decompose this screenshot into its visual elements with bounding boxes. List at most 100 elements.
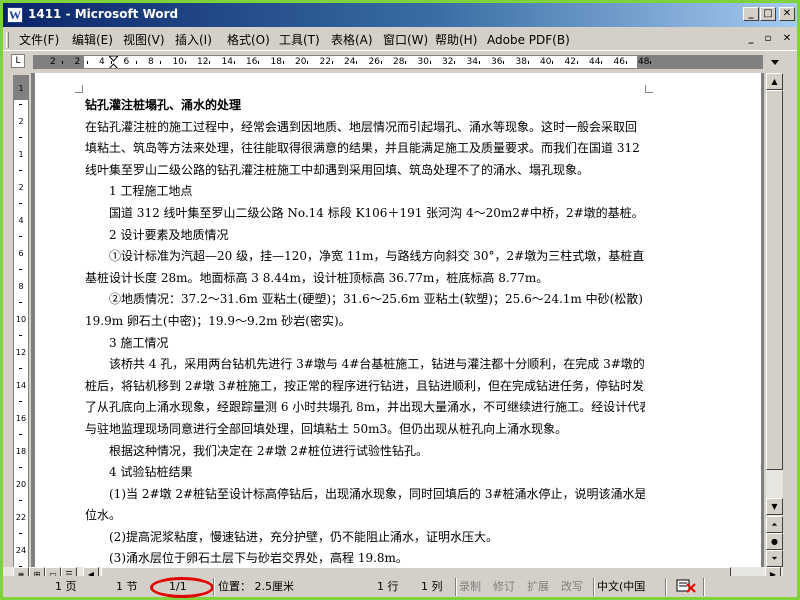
- vertical-ruler-number: 10: [15, 315, 27, 324]
- vertical-ruler-number: 2: [18, 183, 24, 192]
- ruler-number: 12: [197, 57, 209, 67]
- vertical-ruler-tick: [19, 368, 22, 369]
- vertical-ruler-number: 8: [18, 282, 24, 291]
- document-line: 了从孔底向上涌水现象，经跟踪量测 6 小时共塌孔 8m，并出现大量涌水，不可继续…: [85, 400, 645, 415]
- vertical-ruler-number: 20: [15, 480, 27, 489]
- ruler-number: 18: [270, 57, 282, 67]
- status-ext[interactable]: 扩展: [527, 578, 549, 596]
- vertical-ruler-number: 6: [18, 249, 24, 258]
- document-page[interactable]: 钻孔灌注桩塌孔、涌水的处理 在钻孔灌注桩的施工过程中，经常会遇到因地质、地层情况…: [35, 73, 761, 567]
- ruler-tick: [527, 61, 529, 64]
- ruler-number: 26: [368, 57, 380, 67]
- document-line: 线叶集至罗山二级公路的钻孔灌注桩施工中却遇到采用回填、筑岛处理不了的涌水、塌孔现…: [85, 162, 590, 177]
- ruler-tick: [160, 61, 161, 64]
- vertical-scrollbar[interactable]: ▲ ▼ ⏶ ● ⏷: [766, 73, 783, 567]
- menu-table[interactable]: 表格(A): [331, 32, 373, 48]
- scroll-thumb[interactable]: [766, 90, 783, 470]
- status-trk[interactable]: 修订: [493, 578, 515, 596]
- status-separator: [213, 578, 215, 596]
- ruler-tick: [209, 61, 210, 64]
- ruler-tick: [356, 61, 357, 64]
- ruler-number: 42: [564, 57, 576, 67]
- document-line: 基桩设计长度 28m。地面标高 3 8.44m，设计桩顶标高 36.77m，桩底…: [85, 270, 549, 285]
- doc-restore-button[interactable]: ▫: [760, 32, 776, 46]
- title-bar[interactable]: W 1411 - Microsoft Word _ □ ✕: [3, 3, 797, 27]
- ruler-tick: [405, 61, 406, 64]
- ruler-number: 2: [74, 57, 81, 67]
- vertical-ruler-tick: [19, 203, 22, 204]
- status-language[interactable]: 中文(中国: [597, 578, 645, 596]
- scroll-down-icon[interactable]: ▼: [766, 498, 783, 515]
- menu-edit[interactable]: 编辑(E): [72, 32, 113, 48]
- menu-tools[interactable]: 工具(T): [279, 32, 320, 48]
- document-line: (3)涌水层位于卵石土层下与砂岩交界处，高程 19.8m。: [109, 551, 408, 566]
- document-line: 填粘土、筑岛等方法来处理，往往能取得很满意的结果，并且能满足施工及质量要求。而我…: [85, 141, 640, 156]
- prev-page-icon[interactable]: ⏶: [766, 516, 783, 533]
- next-page-icon[interactable]: ⏷: [766, 550, 783, 567]
- status-ovr[interactable]: 改写: [561, 578, 583, 596]
- vertical-ruler[interactable]: 1 2 1 2 4 6 8 10 12 14 16 18 20 22 24: [13, 75, 29, 575]
- ruler-tick: [184, 61, 186, 64]
- word-window: W 1411 - Microsoft Word _ □ ✕ 文件(F) 编辑(E…: [3, 3, 797, 598]
- vertical-ruler-number: 1: [18, 150, 24, 159]
- spelling-check-icon[interactable]: [675, 578, 697, 596]
- minimize-button[interactable]: _: [743, 7, 759, 21]
- document-body[interactable]: 钻孔灌注桩塌孔、涌水的处理 在钻孔灌注桩的施工过程中，经常会遇到因地质、地层情况…: [85, 95, 645, 567]
- status-rec[interactable]: 录制: [459, 578, 481, 596]
- ruler-tick: [576, 61, 578, 64]
- browse-object-icon[interactable]: ●: [766, 533, 783, 550]
- vertical-ruler-tick: [19, 500, 22, 501]
- vertical-ruler-tick: [19, 302, 22, 303]
- maximize-button[interactable]: □: [760, 7, 776, 21]
- document-title: 钻孔灌注桩塌孔、涌水的处理: [85, 98, 242, 112]
- document-line: 桩后，将钻机移到 2#墩 3#桩施工，按正常的程序进行钻进，且钻进顺利，但在完成…: [85, 378, 645, 393]
- ruler-number: 28: [393, 57, 405, 67]
- menu-insert[interactable]: 插入(I): [175, 32, 212, 48]
- ruler-number: 20: [295, 57, 307, 67]
- vertical-ruler-tick: [19, 434, 22, 435]
- menu-adobe-pdf[interactable]: Adobe PDF(B): [487, 32, 570, 48]
- ruler-number: 46: [613, 57, 625, 67]
- status-position: 位置： 2.5厘米: [218, 580, 294, 593]
- doc-minimize-button[interactable]: _: [743, 32, 759, 46]
- vertical-ruler-tick: [19, 137, 22, 138]
- word-icon[interactable]: W: [7, 7, 23, 23]
- vertical-ruler-tick: [19, 269, 22, 270]
- document-area: 钻孔灌注桩塌孔、涌水的处理 在钻孔灌注桩的施工过程中，经常会遇到因地质、地层情况…: [31, 73, 764, 567]
- menu-view[interactable]: 视图(V): [123, 32, 165, 48]
- menu-file[interactable]: 文件(F): [19, 32, 59, 48]
- doc-close-button[interactable]: ✕: [779, 32, 795, 46]
- scroll-up-icon[interactable]: ▲: [766, 73, 783, 90]
- menu-window[interactable]: 窗口(W): [383, 32, 428, 48]
- ruler-strip[interactable]: 2 2 4 6 8 10 12 14 16 18 20 22 24 26 28 30 32 34 36 38 40 42 4…: [33, 55, 763, 69]
- vertical-ruler-tick: [19, 533, 22, 534]
- window-title: 1411 - Microsoft Word: [28, 7, 179, 21]
- menu-help[interactable]: 帮助(H): [435, 32, 477, 48]
- menu-grip[interactable]: [6, 32, 9, 48]
- ruler-number: 36: [491, 57, 503, 67]
- ruler-tick: [478, 61, 480, 64]
- indent-marker-icon[interactable]: [109, 56, 118, 69]
- vertical-ruler-number: 4: [18, 216, 24, 225]
- ruler-toggle-icon[interactable]: [767, 54, 783, 70]
- vertical-ruler-number: 1: [18, 84, 24, 93]
- tab-selector[interactable]: L: [11, 54, 25, 68]
- vertical-ruler-tick: [19, 467, 22, 468]
- ruler-tick: [552, 61, 553, 64]
- ruler-number: 10: [172, 57, 184, 67]
- horizontal-ruler: L 2 2 4 6 8 10 12 14 16 18 20 22 24 26 28 30 32 34 36 38 40 4…: [3, 53, 797, 71]
- ruler-tick: [331, 61, 333, 64]
- status-separator: [665, 578, 667, 596]
- document-line: (2)提高泥浆粘度，慢速钻进，充分护壁，仍不能阻止涌水，证明水压大。: [109, 529, 499, 544]
- ruler-number: 48: [638, 57, 650, 67]
- document-line: 2 设计要素及地质情况: [109, 227, 229, 242]
- status-separator: [703, 578, 705, 596]
- ruler-number: 22: [319, 57, 331, 67]
- document-line: ①设计标准为汽超—20 级，挂—120，净宽 11m，与路线方向斜交 30°，2…: [109, 249, 645, 264]
- vertical-ruler-number: 14: [15, 381, 27, 390]
- close-button[interactable]: ✕: [779, 7, 795, 21]
- document-line: 与驻地监理现场同意进行全部回填处理，回填粘土 50m3。但仍出现从桩孔向上涌水现…: [85, 421, 568, 436]
- menu-format[interactable]: 格式(O): [227, 32, 270, 48]
- ruler-number: 30: [417, 57, 429, 67]
- vertical-ruler-tick: [19, 236, 22, 237]
